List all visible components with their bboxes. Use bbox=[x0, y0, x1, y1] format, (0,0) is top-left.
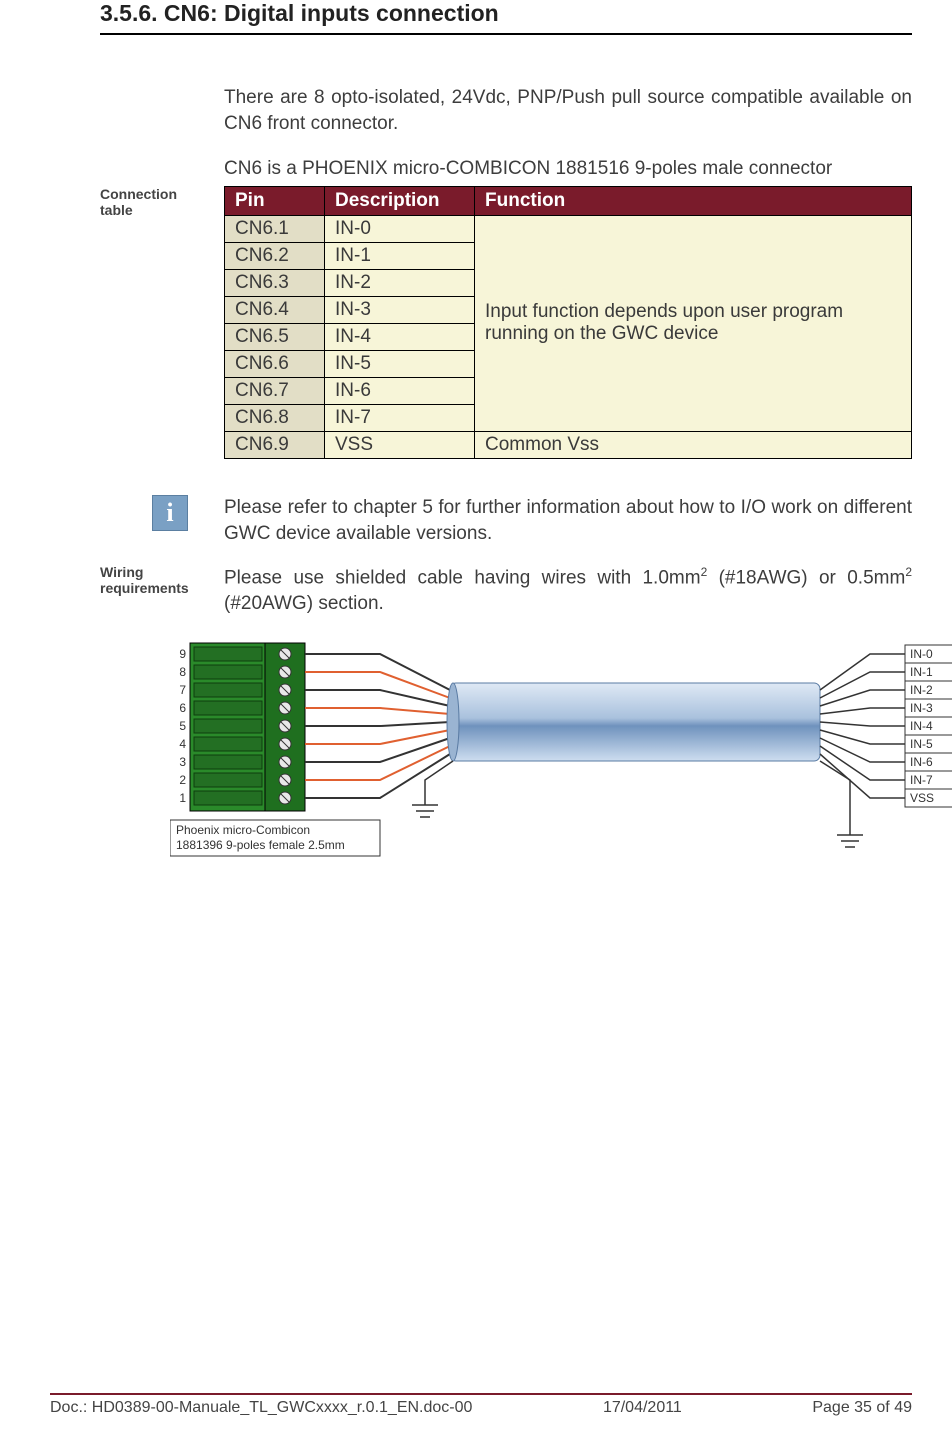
pin-number: 2 bbox=[179, 773, 186, 787]
pin-cell: CN6.9 bbox=[225, 431, 325, 458]
connector-note-line2: 1881396 9-poles female 2.5mm bbox=[176, 838, 345, 852]
page-footer: Doc.: HD0389-00-Manuale_TL_GWCxxxx_r.0.1… bbox=[50, 1393, 912, 1417]
function-cell: Common Vss bbox=[475, 431, 912, 458]
table-row: CN6.9 VSS Common Vss bbox=[225, 431, 912, 458]
signal-label: IN-5 bbox=[910, 737, 933, 751]
pin-number: 7 bbox=[179, 683, 186, 697]
superscript-2: 2 bbox=[905, 565, 912, 579]
desc-cell: IN-0 bbox=[325, 215, 475, 242]
th-function: Function bbox=[475, 186, 912, 215]
signal-label: IN-3 bbox=[910, 701, 933, 715]
signal-label: IN-6 bbox=[910, 755, 933, 769]
desc-cell: VSS bbox=[325, 431, 475, 458]
function-merged-cell: Input function depends upon user program… bbox=[475, 215, 912, 431]
wiring-pre: Please use shielded cable having wires w… bbox=[224, 568, 701, 589]
pin-cell: CN6.2 bbox=[225, 242, 325, 269]
info-icon: i bbox=[152, 495, 188, 531]
pin-cell: CN6.1 bbox=[225, 215, 325, 242]
connection-table: Pin Description Function CN6.1 IN-0 Inpu… bbox=[224, 186, 912, 459]
connector-note-line1: Phoenix micro-Combicon bbox=[176, 823, 310, 837]
section-heading: 3.5.6. CN6: Digital inputs connection bbox=[100, 0, 912, 35]
spacer bbox=[100, 156, 212, 182]
desc-cell: IN-2 bbox=[325, 269, 475, 296]
desc-cell: IN-1 bbox=[325, 242, 475, 269]
wiring-mid: (#18AWG) or 0.5mm bbox=[707, 568, 905, 589]
th-description: Description bbox=[325, 186, 475, 215]
signal-label: VSS bbox=[910, 791, 934, 805]
footer-date: 17/04/2011 bbox=[603, 1399, 682, 1417]
pin-cell: CN6.8 bbox=[225, 404, 325, 431]
footer-doc: Doc.: HD0389-00-Manuale_TL_GWCxxxx_r.0.1… bbox=[50, 1399, 472, 1417]
table-row: CN6.1 IN-0 Input function depends upon u… bbox=[225, 215, 912, 242]
wiring-post: (#20AWG) section. bbox=[224, 593, 384, 614]
desc-cell: IN-5 bbox=[325, 350, 475, 377]
pin-number: 8 bbox=[179, 665, 186, 679]
intro-paragraph-1: There are 8 opto-isolated, 24Vdc, PNP/Pu… bbox=[224, 85, 912, 136]
signal-label: IN-2 bbox=[910, 683, 933, 697]
table-header-row: Pin Description Function bbox=[225, 186, 912, 215]
pin-cell: CN6.3 bbox=[225, 269, 325, 296]
wiring-requirements-text: Please use shielded cable having wires w… bbox=[224, 564, 912, 617]
intro-paragraph-2: CN6 is a PHOENIX micro-COMBICON 1881516 … bbox=[224, 156, 912, 182]
pin-cell: CN6.4 bbox=[225, 296, 325, 323]
pin-number: 9 bbox=[179, 647, 186, 661]
pin-number: 4 bbox=[179, 737, 186, 751]
spacer bbox=[100, 85, 212, 136]
th-pin: Pin bbox=[225, 186, 325, 215]
signal-label: IN-1 bbox=[910, 665, 933, 679]
signal-label: IN-4 bbox=[910, 719, 933, 733]
footer-page: Page 35 of 49 bbox=[812, 1399, 912, 1417]
pin-number: 6 bbox=[179, 701, 186, 715]
pin-cell: CN6.5 bbox=[225, 323, 325, 350]
wiring-diagram: 9 8 7 6 5 4 3 2 1 bbox=[170, 635, 912, 870]
pin-number: 3 bbox=[179, 755, 186, 769]
desc-cell: IN-4 bbox=[325, 323, 475, 350]
desc-cell: IN-3 bbox=[325, 296, 475, 323]
pin-number: 5 bbox=[179, 719, 186, 733]
connection-table-label: Connection table bbox=[100, 186, 212, 218]
pin-cell: CN6.7 bbox=[225, 377, 325, 404]
desc-cell: IN-7 bbox=[325, 404, 475, 431]
pin-number: 1 bbox=[179, 791, 186, 805]
signal-label: IN-0 bbox=[910, 647, 933, 661]
info-note-text: Please refer to chapter 5 for further in… bbox=[224, 495, 912, 546]
signal-label: IN-7 bbox=[910, 773, 933, 787]
wiring-requirements-label: Wiring requirements bbox=[100, 564, 212, 617]
desc-cell: IN-6 bbox=[325, 377, 475, 404]
pin-cell: CN6.6 bbox=[225, 350, 325, 377]
